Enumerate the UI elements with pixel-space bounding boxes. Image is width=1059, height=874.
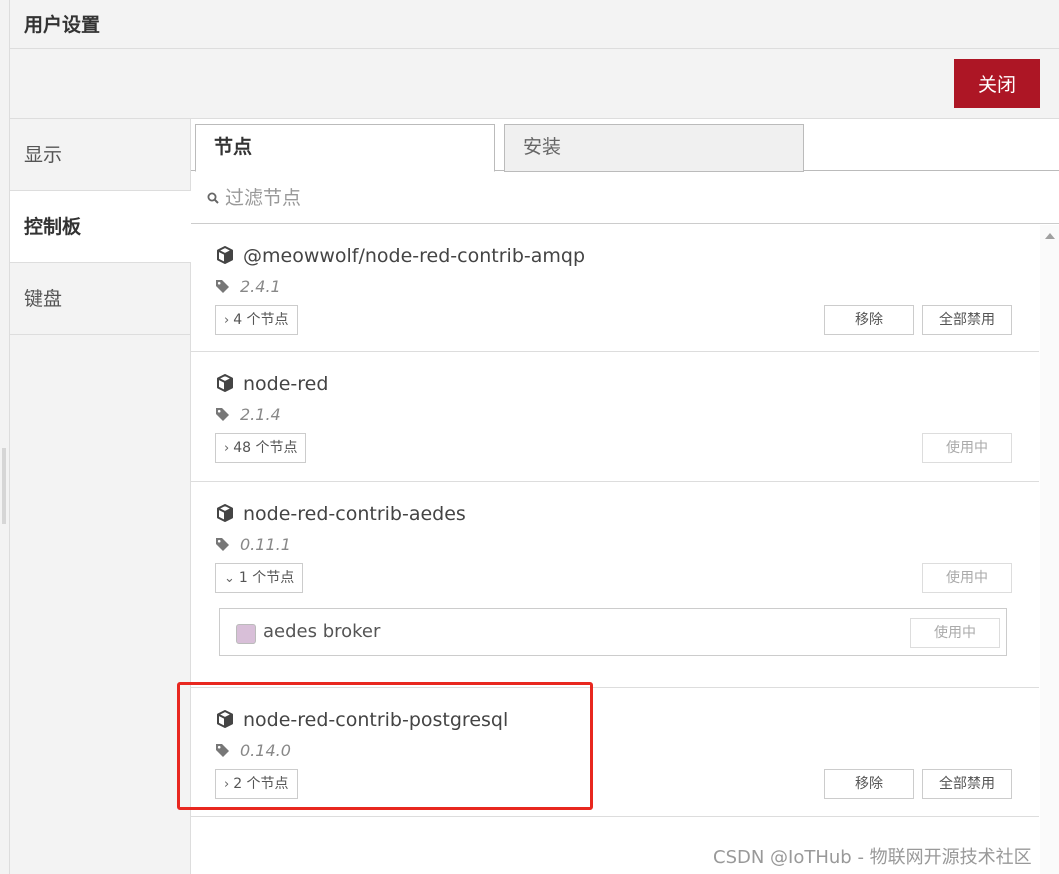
chevron-right-icon: › bbox=[224, 313, 230, 328]
scroll-up-arrow-icon[interactable] bbox=[1045, 233, 1055, 239]
tag-icon bbox=[216, 538, 229, 551]
package-icon bbox=[217, 710, 233, 728]
package-item: node-red 2.1.4 › 48 个节点 使用中 bbox=[191, 353, 1039, 482]
disable-all-button[interactable]: 全部禁用 bbox=[922, 769, 1012, 799]
sidebar-item-view[interactable]: 显示 bbox=[10, 119, 190, 191]
left-panel-edge bbox=[0, 0, 10, 874]
chevron-right-icon: › bbox=[224, 777, 230, 792]
package-version: 2.1.4 bbox=[240, 405, 281, 424]
watermark: CSDN @IoTHub - 物联网开源技术社区 bbox=[713, 847, 1032, 868]
filter-bar bbox=[191, 172, 1059, 224]
dialog-titlebar: 用户设置 bbox=[10, 0, 1059, 49]
palette-content: 节点 安装 @meowwolf/node-red-contrib-amqp 2.… bbox=[191, 119, 1059, 874]
node-entry: aedes broker 使用中 bbox=[219, 608, 1007, 656]
package-name: node-red-contrib-postgresql bbox=[243, 709, 509, 731]
disable-all-button[interactable]: 全部禁用 bbox=[922, 305, 1012, 335]
tag-icon bbox=[216, 744, 229, 757]
package-version: 0.11.1 bbox=[240, 535, 291, 554]
dialog-buttonbar: 关闭 bbox=[10, 49, 1059, 119]
settings-sidebar: 显示 控制板 键盘 bbox=[10, 119, 191, 874]
package-icon bbox=[217, 374, 233, 392]
dialog-title: 用户设置 bbox=[24, 14, 101, 36]
search-icon bbox=[207, 192, 219, 204]
list-scrollbar[interactable] bbox=[1040, 225, 1059, 874]
package-name: node-red bbox=[243, 373, 329, 395]
sidebar-item-palette[interactable]: 控制板 bbox=[10, 191, 191, 263]
node-in-use-button: 使用中 bbox=[910, 618, 1000, 648]
filter-nodes-input[interactable] bbox=[225, 182, 1045, 214]
palette-tabs: 节点 安装 bbox=[191, 119, 1059, 172]
package-icon bbox=[217, 246, 233, 264]
toggle-nodes-button[interactable]: ⌄ 1 个节点 bbox=[215, 563, 304, 593]
toggle-nodes-button[interactable]: › 4 个节点 bbox=[215, 305, 298, 335]
package-version: 2.4.1 bbox=[240, 277, 281, 296]
close-button[interactable]: 关闭 bbox=[954, 59, 1040, 108]
package-item: node-red-contrib-aedes 0.11.1 ⌄ 1 个节点 使用中… bbox=[191, 483, 1039, 688]
package-name: @meowwolf/node-red-contrib-amqp bbox=[243, 245, 586, 267]
node-color-swatch bbox=[236, 624, 256, 644]
in-use-button: 使用中 bbox=[922, 433, 1012, 463]
toggle-nodes-button[interactable]: › 48 个节点 bbox=[215, 433, 307, 463]
user-settings-dialog: 用户设置 关闭 显示 控制板 键盘 节点 安装 @meowwolf/node-r… bbox=[10, 0, 1059, 874]
toggle-nodes-button[interactable]: › 2 个节点 bbox=[215, 769, 298, 799]
package-icon bbox=[217, 504, 233, 522]
package-list: @meowwolf/node-red-contrib-amqp 2.4.1 › 4… bbox=[191, 225, 1039, 874]
remove-button[interactable]: 移除 bbox=[824, 305, 914, 335]
tag-icon bbox=[216, 408, 229, 421]
resize-grip[interactable] bbox=[2, 448, 6, 524]
tag-icon bbox=[216, 280, 229, 293]
sidebar-item-keyboard[interactable]: 键盘 bbox=[10, 263, 190, 335]
package-item: node-red-contrib-postgresql 0.14.0 › 2 个节… bbox=[191, 689, 1039, 817]
in-use-button: 使用中 bbox=[922, 563, 1012, 593]
package-name: node-red-contrib-aedes bbox=[243, 503, 466, 525]
chevron-down-icon: ⌄ bbox=[224, 571, 235, 586]
remove-button[interactable]: 移除 bbox=[824, 769, 914, 799]
tab-nodes[interactable]: 节点 bbox=[195, 124, 495, 172]
package-version: 0.14.0 bbox=[240, 741, 291, 760]
package-item: @meowwolf/node-red-contrib-amqp 2.4.1 › 4… bbox=[191, 225, 1039, 352]
tab-install[interactable]: 安装 bbox=[504, 124, 804, 172]
node-label: aedes broker bbox=[263, 621, 381, 642]
chevron-right-icon: › bbox=[224, 441, 230, 456]
